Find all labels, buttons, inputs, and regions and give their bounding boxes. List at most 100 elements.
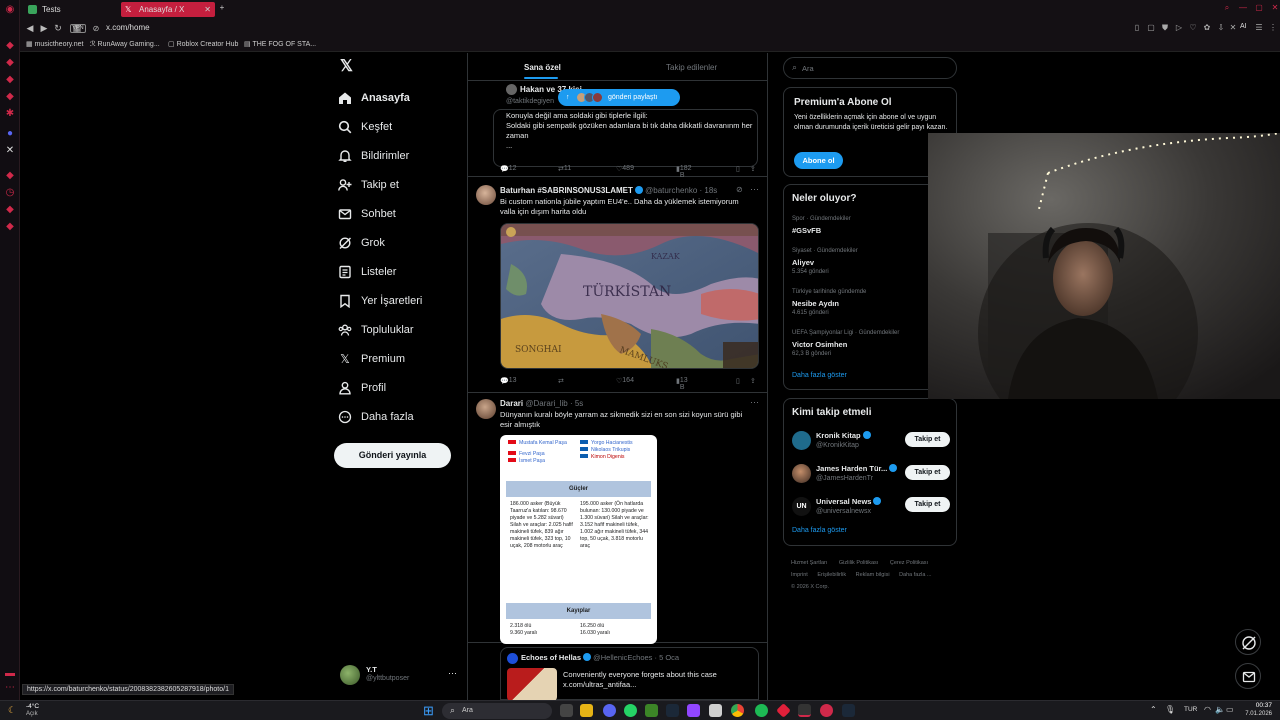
windows-start-icon[interactable]: ⊞: [423, 704, 436, 717]
app-icon[interactable]: [798, 704, 811, 717]
minecraft-icon[interactable]: [645, 704, 658, 717]
steam-icon[interactable]: [842, 704, 855, 717]
discord-icon[interactable]: [603, 704, 616, 717]
tweet-handle[interactable]: @Darari_lib · 5s: [525, 399, 583, 408]
footer-link[interactable]: Erişilebilirlik: [817, 572, 846, 578]
sidebar-item-home[interactable]: Anasayfa: [338, 87, 410, 109]
reload-icon[interactable]: ↻: [52, 23, 64, 34]
gx-settings-icon[interactable]: ✱: [4, 108, 16, 120]
subscribe-button[interactable]: Abone ol: [794, 152, 843, 169]
tray-chevron-icon[interactable]: ⌃: [1150, 705, 1157, 714]
volume-icon[interactable]: 🔈: [1215, 705, 1225, 714]
gx-more-icon[interactable]: ◆: [4, 221, 16, 233]
task-view-icon[interactable]: [560, 704, 573, 717]
avatar[interactable]: [476, 185, 496, 205]
avatar[interactable]: [476, 399, 496, 419]
gx-clock-icon[interactable]: ◷: [4, 187, 16, 199]
bookmark-item[interactable]: ▤ THE FOG OF STA...: [244, 40, 316, 48]
wifi-icon[interactable]: ◠: [1204, 705, 1211, 714]
footer-link[interactable]: Reklam bilgisi: [856, 572, 890, 578]
gx-menu-icon[interactable]: ⋯: [4, 682, 16, 694]
quoted-tweet-frame[interactable]: [493, 109, 758, 167]
tab-for-you[interactable]: Sana özel: [524, 63, 561, 72]
discord-icon[interactable]: ●: [4, 128, 16, 140]
footer-link[interactable]: Gizlilik Politikası: [839, 560, 878, 566]
maximize-icon[interactable]: ▢: [1254, 3, 1264, 13]
clock-date[interactable]: 7.01.2026: [1230, 711, 1272, 717]
bookmark-icon[interactable]: ▯: [736, 377, 740, 385]
screenshot-icon[interactable]: ▢: [1146, 23, 1156, 33]
repost-button[interactable]: ⇄: [558, 377, 564, 385]
ai-icon[interactable]: ✕: [1228, 23, 1238, 33]
footer-link[interactable]: Daha fazla ...: [899, 572, 931, 578]
tab-tests[interactable]: Tests: [24, 2, 120, 17]
notes-icon[interactable]: [709, 704, 722, 717]
taskbar-search[interactable]: ⌕ Ara: [442, 703, 552, 719]
follow-button[interactable]: Takip et: [905, 497, 950, 512]
reply-button[interactable]: 💬 13: [500, 377, 517, 385]
url-field[interactable]: x.com/home: [106, 23, 150, 32]
footer-link[interactable]: Hizmet Şartları: [791, 560, 827, 566]
tweet-author[interactable]: Baturhan #SABRINSONUS3LAMET: [500, 186, 633, 195]
more-dots-icon[interactable]: ⋯: [750, 397, 759, 408]
messages-floating-button[interactable]: [1235, 663, 1261, 689]
sidebar-item-profile[interactable]: Profil: [338, 377, 386, 399]
taskbar-search-input[interactable]: Ara: [462, 707, 473, 714]
tweet[interactable]: Hakan ve 37 kişi @taktikdegiyen ↑ gönder…: [468, 81, 767, 179]
sidebar-item-chat[interactable]: Sohbet: [338, 203, 396, 225]
sidebar-item-follow[interactable]: Takip et: [338, 174, 399, 196]
steam-icon[interactable]: [666, 704, 679, 717]
obs-icon[interactable]: [687, 704, 700, 717]
post-button[interactable]: Gönderi yayınla: [334, 443, 451, 468]
opera-gx-icon[interactable]: [820, 704, 833, 717]
views-button[interactable]: ▮ 13 B: [676, 377, 688, 391]
gx-bottom-icon[interactable]: ▬: [4, 668, 16, 680]
repost-button[interactable]: ⇄ 11: [558, 165, 571, 173]
tweet-author[interactable]: Echoes of Hellas: [521, 653, 581, 662]
heart-icon[interactable]: ♡: [1188, 23, 1198, 33]
file-explorer-icon[interactable]: [580, 704, 593, 717]
gx-corner-icon[interactable]: ◆: [4, 57, 16, 69]
bookmark-item[interactable]: ▦ musictheory.net: [26, 40, 83, 48]
sidebar-item-premium[interactable]: 𝕏 Premium: [338, 348, 405, 370]
close-window-icon[interactable]: ✕: [1270, 3, 1280, 13]
search-box[interactable]: ⌕ Ara: [783, 57, 957, 79]
weather-widget[interactable]: ☾ -4°C Açık: [8, 703, 48, 719]
search-tabs-icon[interactable]: ⌕: [1222, 3, 1232, 13]
tweet-image[interactable]: TÜRKİSTAN KAZAK SONGHAI MAMLUKS: [500, 223, 759, 369]
share-icon[interactable]: ⇪: [750, 165, 756, 173]
views-button[interactable]: ▮ 182 B: [676, 165, 692, 179]
bookmark-icon[interactable]: ▯: [736, 165, 740, 173]
download-icon[interactable]: ⇩: [1216, 23, 1226, 33]
back-icon[interactable]: ◀: [24, 23, 36, 34]
sidebar-item-grok[interactable]: Grok: [338, 232, 385, 254]
tweet-handle[interactable]: @HellenicEchoes · 5 Oca: [593, 653, 679, 662]
share-icon[interactable]: ⇪: [750, 377, 756, 385]
x-logo-icon[interactable]: 𝕏: [340, 59, 356, 75]
bookmark-item[interactable]: ▢ Roblox Creator Hub: [168, 40, 238, 48]
chrome-icon[interactable]: [731, 704, 744, 717]
opera-logo-icon[interactable]: ◉: [4, 4, 16, 16]
close-tab-icon[interactable]: ✕: [204, 2, 211, 17]
vpn-badge[interactable]: VPN: [70, 24, 86, 33]
sidebar-item-bookmarks[interactable]: Yer İşaretleri: [338, 290, 422, 312]
tweet[interactable]: Baturhan #SABRINSONUS3LAMET @baturchenko…: [468, 177, 767, 393]
gx-control-icon[interactable]: ◆: [4, 40, 16, 52]
tweet-handle[interactable]: @baturchenko · 18s: [645, 186, 717, 195]
minimize-icon[interactable]: —: [1238, 3, 1248, 13]
follow-button[interactable]: Takip et: [905, 432, 950, 447]
tweet[interactable]: Darari @Darari_lib · 5s ⋯ Dünyanın kural…: [468, 393, 767, 644]
clock-time[interactable]: 00:37: [1238, 702, 1272, 709]
gx-twitch-icon[interactable]: ◆: [4, 74, 16, 86]
ai-label[interactable]: AI: [1240, 23, 1247, 30]
more-dots-icon[interactable]: ⋯: [750, 184, 759, 195]
like-button[interactable]: ♡ 489: [616, 165, 634, 173]
more-dots-icon[interactable]: ⋯: [448, 668, 457, 679]
footer-link[interactable]: Imprint: [791, 572, 808, 578]
page-scrollbar[interactable]: [1274, 58, 1277, 688]
bookmark-item[interactable]: ℛ RunAway Gaming...: [90, 40, 160, 48]
app-icon[interactable]: [776, 703, 791, 718]
new-posts-pill[interactable]: ↑ gönderi paylaştı: [558, 89, 680, 106]
gx-player-icon[interactable]: ◆: [4, 91, 16, 103]
sidebar-item-notifications[interactable]: Bildirimler: [338, 145, 409, 167]
